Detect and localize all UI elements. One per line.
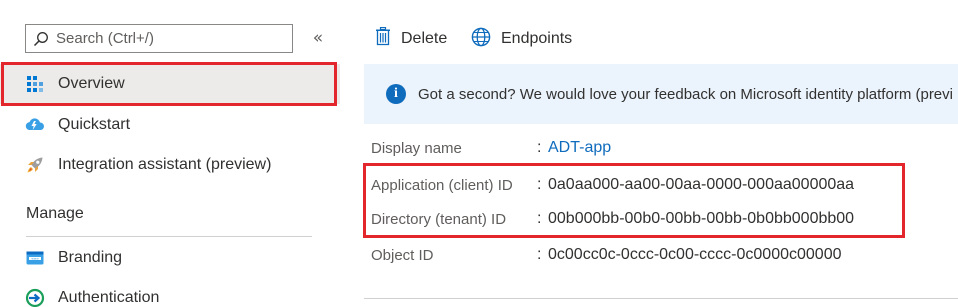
separator: : bbox=[537, 210, 542, 227]
directory-id-row: Directory (tenant) ID : 00b000bb-00b0-00… bbox=[371, 207, 854, 231]
endpoints-label: Endpoints bbox=[501, 30, 573, 47]
globe-icon bbox=[471, 27, 491, 52]
double-chevron-left-icon: « bbox=[312, 28, 324, 48]
application-id-row: Application (client) ID : 0a0aa000-aa00-… bbox=[371, 173, 854, 197]
separator: : bbox=[537, 246, 542, 263]
application-id-value[interactable]: 0a0aa000-aa00-00aa-0000-000aa00000aa bbox=[548, 176, 854, 194]
branding-icon: www bbox=[25, 248, 45, 268]
feedback-banner[interactable]: i Got a second? We would love your feedb… bbox=[364, 64, 958, 124]
sidebar: « Overview Quickstart bbox=[0, 0, 340, 307]
trash-icon bbox=[375, 26, 391, 51]
section-divider bbox=[364, 298, 958, 299]
directory-id-label: Directory (tenant) ID bbox=[371, 210, 507, 228]
object-id-label: Object ID bbox=[371, 246, 434, 264]
quickstart-cloud-icon bbox=[25, 115, 45, 135]
separator: : bbox=[537, 139, 542, 156]
delete-button[interactable]: Delete bbox=[375, 24, 447, 54]
overview-grid-icon bbox=[25, 74, 45, 94]
svg-text:www: www bbox=[31, 257, 39, 261]
object-id-value[interactable]: 0c00cc0c-0ccc-0c00-cccc-0c0000c00000 bbox=[548, 246, 841, 264]
search-box[interactable] bbox=[25, 24, 293, 53]
application-id-label: Application (client) ID bbox=[371, 176, 513, 194]
sidebar-item-label: Quickstart bbox=[58, 116, 131, 133]
sidebar-item-overview[interactable]: Overview bbox=[0, 64, 340, 104]
sidebar-item-branding[interactable]: www Branding bbox=[0, 238, 340, 278]
display-name-row: Display name : ADT-app bbox=[371, 136, 611, 160]
authentication-icon bbox=[25, 288, 45, 307]
sidebar-item-label: Authentication bbox=[58, 289, 160, 306]
endpoints-button[interactable]: Endpoints bbox=[471, 24, 572, 54]
search-input[interactable] bbox=[56, 30, 286, 47]
separator: : bbox=[537, 176, 542, 193]
banner-text: Got a second? We would love your feedbac… bbox=[418, 85, 953, 103]
sidebar-item-integration-assistant[interactable]: Integration assistant (preview) bbox=[0, 145, 340, 185]
display-name-link[interactable]: ADT-app bbox=[548, 139, 611, 157]
sidebar-item-label: Branding bbox=[58, 249, 123, 266]
rocket-icon bbox=[25, 155, 45, 175]
sidebar-item-quickstart[interactable]: Quickstart bbox=[0, 105, 340, 145]
collapse-sidebar-button[interactable]: « bbox=[306, 26, 330, 50]
sidebar-item-label: Integration assistant (preview) bbox=[58, 156, 272, 173]
search-icon bbox=[26, 25, 56, 52]
main-content: Delete Endpoints i Got a second? We woul… bbox=[340, 0, 958, 307]
object-id-row: Object ID : 0c00cc0c-0ccc-0c00-cccc-0c00… bbox=[371, 243, 841, 267]
sidebar-item-authentication[interactable]: Authentication bbox=[0, 278, 340, 307]
sidebar-item-label: Overview bbox=[58, 75, 125, 92]
delete-label: Delete bbox=[401, 30, 448, 47]
section-title-manage: Manage bbox=[26, 205, 84, 222]
info-icon: i bbox=[386, 84, 406, 104]
section-divider bbox=[26, 236, 312, 237]
directory-id-value[interactable]: 00b000bb-00b0-00bb-00bb-0b0bb000bb00 bbox=[548, 210, 854, 228]
display-name-label: Display name bbox=[371, 139, 462, 157]
